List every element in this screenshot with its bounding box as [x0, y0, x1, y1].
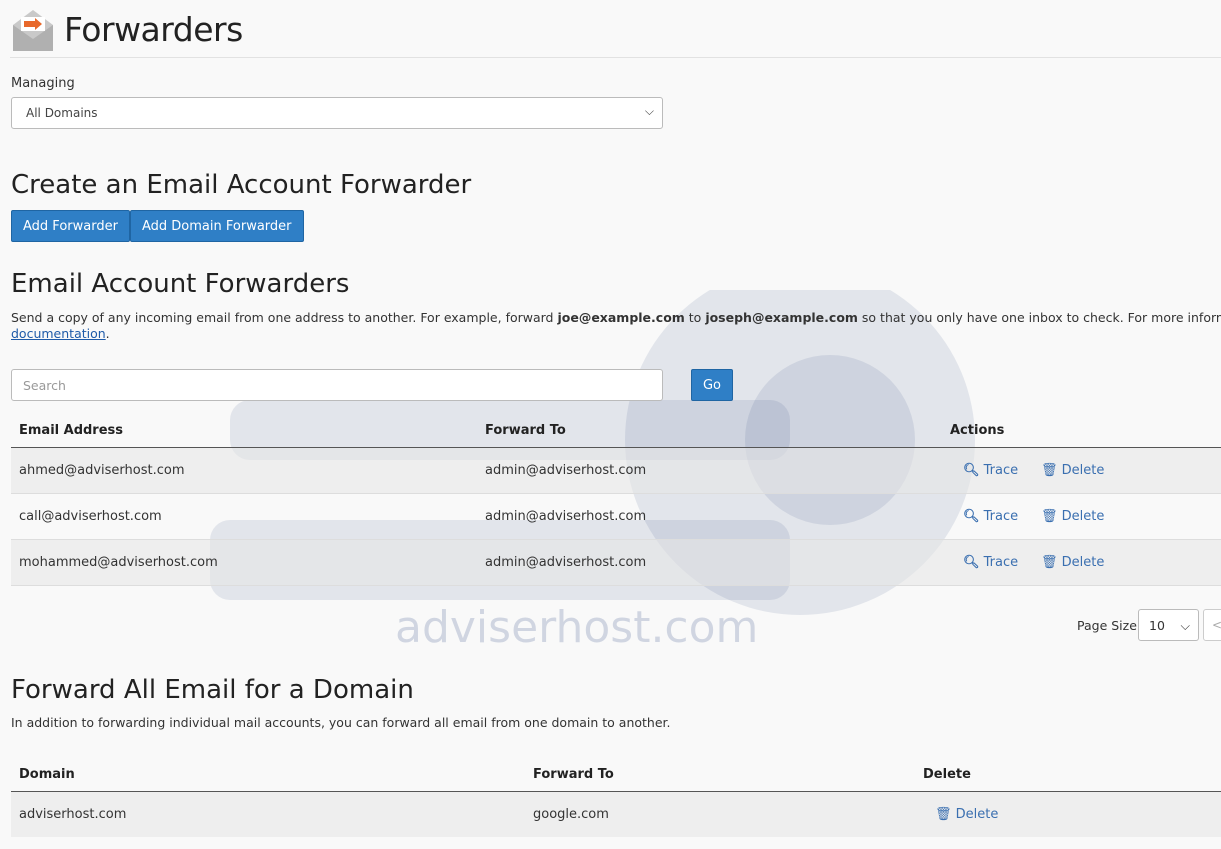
column-domain[interactable]: Domain: [19, 767, 75, 782]
add-domain-forwarder-button[interactable]: Add Domain Forwarder: [130, 210, 304, 242]
trace-link[interactable]: 🔍︎ Trace: [963, 509, 1018, 524]
table-row: ahmed@adviserhost.com admin@adviserhost.…: [11, 448, 1221, 494]
page-size-select[interactable]: 10 ⌵: [1138, 609, 1199, 641]
table-row: call@adviserhost.com admin@adviserhost.c…: [11, 494, 1221, 540]
create-forwarder-heading: Create an Email Account Forwarder: [11, 170, 472, 200]
search-icon: 🔍︎: [963, 555, 980, 570]
trace-link[interactable]: 🔍︎ Trace: [963, 555, 1018, 570]
page-size-label: Page Size: [1077, 618, 1137, 633]
column-delete: Delete: [923, 767, 971, 782]
chevron-down-icon: ⌵: [644, 104, 654, 118]
column-forward-to[interactable]: Forward To: [533, 767, 614, 782]
table-row: adviserhost.com google.com 🗑︎ Delete: [11, 792, 1221, 837]
account-forwarders-heading: Email Account Forwarders: [11, 269, 350, 299]
column-actions: Actions: [950, 423, 1005, 438]
email-address: call@adviserhost.com: [19, 509, 162, 524]
column-email-address[interactable]: Email Address: [19, 423, 123, 438]
delete-link[interactable]: 🗑︎ Delete: [1041, 463, 1104, 478]
chevron-down-icon: ⌵: [1180, 618, 1190, 633]
previous-page-button[interactable]: <: [1203, 609, 1221, 641]
page-title: Forwarders: [64, 10, 243, 49]
forward-to: admin@adviserhost.com: [485, 555, 647, 570]
domain: adviserhost.com: [19, 807, 127, 822]
forward-to: admin@adviserhost.com: [485, 509, 647, 524]
email-forward-icon: [13, 9, 53, 51]
managing-label: Managing: [11, 76, 75, 91]
page-header: Forwarders: [10, 2, 1221, 58]
watermark-text: adviserhost.com: [395, 602, 758, 650]
account-forwarders-description: Send a copy of any incoming email from o…: [11, 310, 1221, 341]
delete-link[interactable]: 🗑︎ Delete: [935, 807, 998, 822]
search-icon: 🔍︎: [963, 463, 980, 478]
domain-forwarders-description: In addition to forwarding individual mai…: [11, 715, 671, 730]
email-address: ahmed@adviserhost.com: [19, 463, 185, 478]
column-forward-to[interactable]: Forward To: [485, 423, 566, 438]
trace-link[interactable]: 🔍︎ Trace: [963, 463, 1018, 478]
go-button[interactable]: Go: [691, 369, 733, 401]
forward-to: admin@adviserhost.com: [485, 463, 647, 478]
delete-link[interactable]: 🗑︎ Delete: [1041, 555, 1104, 570]
email-address: mohammed@adviserhost.com: [19, 555, 218, 570]
documentation-link[interactable]: documentation: [11, 326, 106, 341]
table-row: mohammed@adviserhost.com admin@adviserho…: [11, 540, 1221, 586]
trash-icon: 🗑︎: [1041, 463, 1058, 478]
delete-link[interactable]: 🗑︎ Delete: [1041, 509, 1104, 524]
domain-select-value: All Domains: [26, 106, 98, 120]
trash-icon: 🗑︎: [1041, 509, 1058, 524]
search-icon: 🔍︎: [963, 509, 980, 524]
forward-to: google.com: [533, 807, 609, 822]
search-input[interactable]: Search: [11, 369, 663, 401]
add-forwarder-button[interactable]: Add Forwarder: [11, 210, 130, 242]
domain-select[interactable]: All Domains ⌵: [11, 97, 663, 129]
trash-icon: 🗑︎: [935, 807, 952, 822]
trash-icon: 🗑︎: [1041, 555, 1058, 570]
domain-forwarders-heading: Forward All Email for a Domain: [11, 675, 414, 705]
